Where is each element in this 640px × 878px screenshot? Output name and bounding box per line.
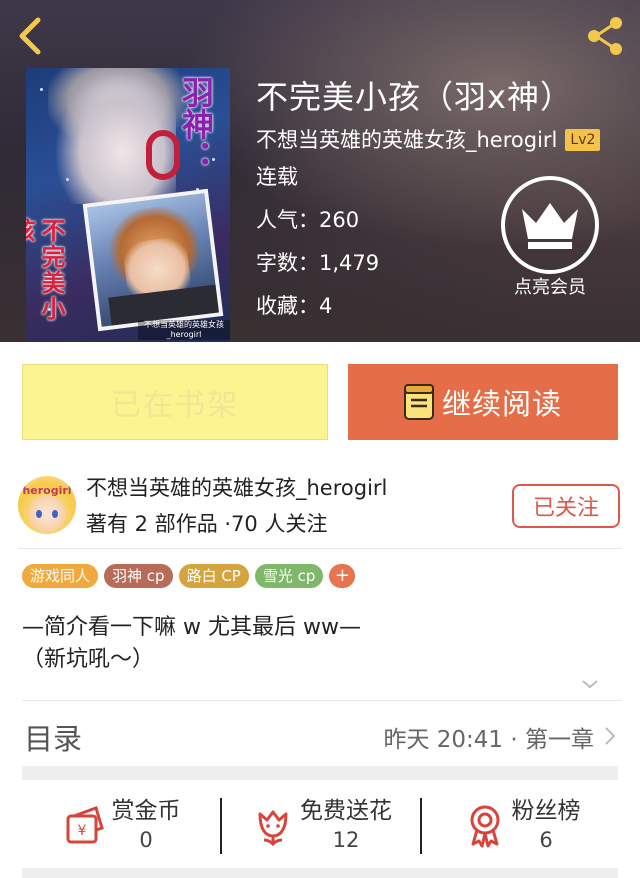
stat-label: 粉丝榜: [511, 798, 581, 824]
tag-item[interactable]: 游戏同人: [22, 564, 99, 588]
flower-icon: [258, 810, 288, 847]
tag-item[interactable]: 雪光 cp: [254, 564, 324, 588]
section-separator: [22, 766, 618, 780]
tag-list: 游戏同人 羽神 cp 路白 CP 雪光 cp +: [22, 564, 356, 590]
cover-vertical-title: 不完美小孩: [26, 218, 66, 322]
favorites-label: 收藏：: [256, 294, 319, 318]
on-shelf-button[interactable]: 已在书架: [22, 364, 328, 440]
send-flower-button[interactable]: 免费送花 12: [222, 794, 420, 856]
coin-envelope-icon: ¥: [66, 806, 104, 844]
tag-item[interactable]: 路白 CP: [178, 564, 249, 588]
catalog-title: 目录: [24, 722, 83, 756]
stat-value: 12: [332, 828, 360, 852]
continue-reading-button[interactable]: 继续阅读: [348, 364, 618, 440]
crown-icon: [522, 203, 578, 249]
book-author-line[interactable]: 不想当英雄的英雄女孩_herogirl Lv2: [256, 124, 636, 156]
vip-label: 点亮会员: [514, 277, 586, 298]
book-author[interactable]: 不想当英雄的英雄女孩_herogirl: [256, 124, 557, 156]
book-icon: [403, 384, 434, 420]
follow-button[interactable]: 已关注: [512, 484, 620, 528]
cover-small-text: 不想当英雄的英雄女孩_herogirl: [138, 320, 230, 340]
author-name[interactable]: 不想当英雄的英雄女孩_herogirl: [86, 472, 387, 504]
share-icon: [588, 17, 622, 55]
add-tag-button[interactable]: +: [329, 564, 356, 588]
avatar-text: herogirl: [22, 484, 72, 497]
stat-label: 免费送花: [300, 798, 392, 824]
divider: [18, 548, 622, 549]
catalog-latest-chapter: 昨天 20:41 · 第一章: [383, 727, 594, 753]
section-separator: [22, 868, 618, 878]
cover-vertical-subtitle: 羽神：: [177, 76, 215, 172]
catalog-row[interactable]: 目录 昨天 20:41 · 第一章: [22, 710, 622, 760]
stats-bar: ¥ 赏金币 0 免费送花 12 粉丝榜 6: [22, 794, 618, 856]
continue-reading-label: 继续阅读: [441, 387, 562, 421]
word-count-value: 1,479: [319, 251, 380, 275]
tip-coins-button[interactable]: ¥ 赏金币 0: [22, 794, 220, 856]
divider: [22, 700, 622, 701]
book-intro: —简介看一下嘛 w 尤其最后 ww— （新坑吼～）: [22, 612, 622, 676]
medal-icon: [470, 805, 499, 848]
popularity-label: 人气：: [256, 208, 319, 232]
headphone-icon: [146, 130, 180, 180]
stat-value: 0: [139, 828, 153, 852]
chevron-right-icon: [605, 727, 616, 745]
vip-button[interactable]: 点亮会员: [498, 176, 602, 300]
popularity-value: 260: [319, 208, 360, 232]
back-button[interactable]: [14, 16, 50, 56]
author-stats: 著有 2 部作品 ·70 人关注: [86, 512, 328, 536]
action-buttons: 已在书架 继续阅读: [22, 364, 618, 442]
author-card[interactable]: herogirl 不想当英雄的英雄女孩_herogirl 著有 2 部作品 ·7…: [18, 466, 622, 546]
chevron-down-icon: [582, 680, 598, 689]
share-button[interactable]: [584, 14, 628, 58]
svg-text:¥: ¥: [77, 823, 86, 839]
intro-line: （新坑吼～）: [22, 647, 155, 672]
author-avatar[interactable]: herogirl: [18, 476, 76, 534]
book-cover[interactable]: 羽神： 不完美小孩 不想当英雄的英雄女孩_herogirl: [26, 68, 230, 342]
book-header: 羽神： 不完美小孩 不想当英雄的英雄女孩_herogirl 不完美小孩（羽x神）…: [0, 0, 640, 342]
book-title: 不完美小孩（羽x神）: [256, 78, 573, 116]
word-count-label: 字数：: [256, 251, 319, 275]
level-badge: Lv2: [565, 129, 601, 151]
chevron-left-icon: [19, 17, 41, 55]
fan-ranking-button[interactable]: 粉丝榜 6: [422, 794, 620, 856]
cover-photo: [82, 188, 224, 332]
expand-intro-button[interactable]: [580, 674, 600, 694]
tag-item[interactable]: 羽神 cp: [104, 564, 173, 588]
stat-value: 6: [539, 828, 553, 852]
stat-label: 赏金币: [111, 798, 181, 824]
favorites-value: 4: [319, 294, 333, 318]
intro-line: —简介看一下嘛 w 尤其最后 ww—: [22, 615, 361, 640]
